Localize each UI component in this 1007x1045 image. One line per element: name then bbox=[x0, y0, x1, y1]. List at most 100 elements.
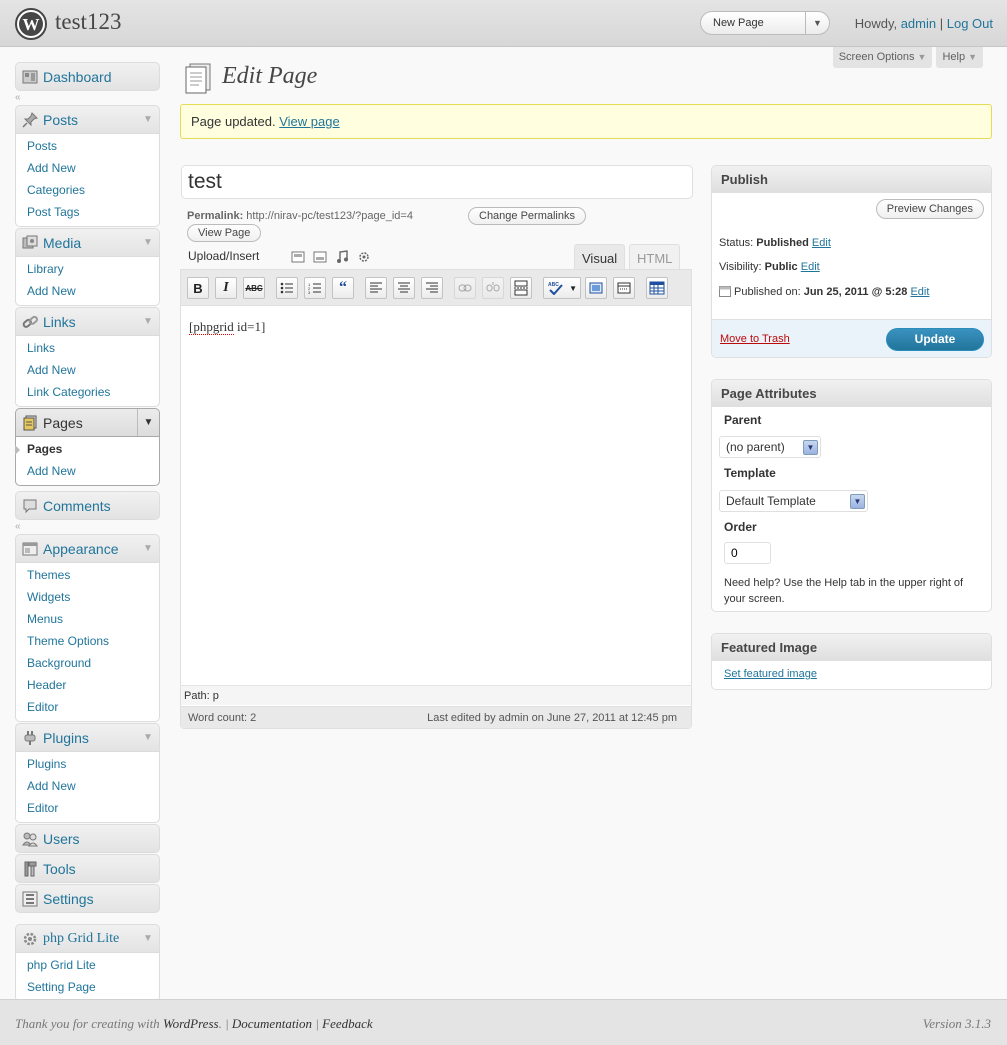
submenu-item-background[interactable]: Background bbox=[16, 654, 159, 676]
menu-separator[interactable]: « bbox=[15, 91, 160, 105]
submenu-item-categories[interactable]: Categories bbox=[16, 181, 159, 203]
menu-pages[interactable]: Pages ▼ bbox=[15, 408, 160, 437]
view-page-button[interactable]: View Page bbox=[187, 224, 262, 242]
menu-settings[interactable]: Settings bbox=[15, 884, 160, 913]
add-media-icon[interactable] bbox=[357, 250, 371, 264]
spellcheck-icon[interactable]: ABC ▼ bbox=[543, 277, 581, 299]
submenu-item-links[interactable]: Links bbox=[16, 339, 159, 361]
submenu-item-theme-editor[interactable]: Editor bbox=[16, 698, 159, 720]
submenu-item-library[interactable]: Library bbox=[16, 260, 159, 282]
italic-icon[interactable]: I bbox=[215, 277, 237, 299]
numbered-list-icon[interactable]: 123 bbox=[304, 277, 326, 299]
order-input[interactable] bbox=[724, 542, 771, 564]
menu-media[interactable]: Media ▼ bbox=[15, 228, 160, 257]
edit-visibility-link[interactable]: Edit bbox=[801, 261, 820, 273]
menu-links[interactable]: Links ▼ bbox=[15, 307, 160, 336]
chevron-down-icon[interactable]: ▼ bbox=[137, 925, 159, 952]
page-attributes-title[interactable]: Page Attributes bbox=[712, 380, 991, 407]
view-page-link[interactable]: View page bbox=[279, 114, 339, 129]
featured-image-title[interactable]: Featured Image bbox=[712, 634, 991, 661]
tab-visual[interactable]: Visual bbox=[574, 244, 626, 271]
add-video-icon[interactable] bbox=[313, 250, 327, 264]
kitchen-sink-icon[interactable] bbox=[613, 277, 635, 299]
menu-posts[interactable]: Posts ▼ bbox=[15, 105, 160, 134]
menu-separator[interactable]: « bbox=[15, 520, 160, 534]
chevron-down-icon[interactable]: ▼ bbox=[850, 494, 865, 509]
preview-changes-button[interactable]: Preview Changes bbox=[875, 199, 984, 219]
submenu-item-plugin-editor[interactable]: Editor bbox=[16, 799, 159, 821]
edit-status-link[interactable]: Edit bbox=[812, 237, 831, 249]
submenu-item-header[interactable]: Header bbox=[16, 676, 159, 698]
publish-title[interactable]: Publish bbox=[712, 166, 991, 193]
menu-users[interactable]: Users bbox=[15, 824, 160, 853]
documentation-link[interactable]: Documentation bbox=[232, 1016, 312, 1031]
wordpress-logo-icon[interactable]: W bbox=[15, 8, 47, 40]
submenu-item-add-new-post[interactable]: Add New bbox=[16, 159, 159, 181]
add-image-icon[interactable] bbox=[291, 250, 305, 264]
submenu-item-theme-options[interactable]: Theme Options bbox=[16, 632, 159, 654]
post-title-input[interactable] bbox=[181, 165, 693, 199]
chevron-down-icon[interactable]: ▼ bbox=[805, 12, 829, 34]
menu-appearance[interactable]: Appearance ▼ bbox=[15, 534, 160, 563]
tab-html[interactable]: HTML bbox=[629, 244, 681, 271]
edit-date-link[interactable]: Edit bbox=[910, 286, 929, 298]
more-tag-icon[interactable] bbox=[510, 277, 532, 299]
unlink-icon[interactable] bbox=[482, 277, 504, 299]
submenu-item-widgets[interactable]: Widgets bbox=[16, 588, 159, 610]
submenu-item-add-new-link[interactable]: Add New bbox=[16, 361, 159, 383]
wordpress-link[interactable]: WordPress bbox=[163, 1016, 219, 1031]
bullet-list-icon[interactable] bbox=[276, 277, 298, 299]
template-select[interactable]: Default Template ▼ bbox=[719, 490, 868, 512]
update-button[interactable]: Update bbox=[886, 328, 984, 351]
feedback-link[interactable]: Feedback bbox=[322, 1016, 373, 1031]
submenu-item-pages[interactable]: Pages bbox=[15, 440, 159, 462]
menu-php-grid-lite[interactable]: php Grid Lite ▼ bbox=[15, 924, 160, 953]
submenu-item-link-categories[interactable]: Link Categories bbox=[16, 383, 159, 405]
submenu-item-themes[interactable]: Themes bbox=[16, 566, 159, 588]
add-audio-icon[interactable] bbox=[335, 250, 349, 264]
grid-icon[interactable] bbox=[646, 277, 668, 299]
submenu-item-add-new-plugin[interactable]: Add New bbox=[16, 777, 159, 799]
submenu-item-menus[interactable]: Menus bbox=[16, 610, 159, 632]
align-right-icon[interactable] bbox=[421, 277, 443, 299]
chevron-down-icon[interactable]: ▼ bbox=[803, 440, 818, 455]
submenu-item-php-grid-lite[interactable]: php Grid Lite bbox=[16, 956, 159, 978]
menu-tools[interactable]: Tools bbox=[15, 854, 160, 883]
username-link[interactable]: admin bbox=[901, 16, 936, 31]
chevron-down-icon[interactable]: ▼ bbox=[137, 724, 159, 751]
screen-options-tab[interactable]: Screen Options ▼ bbox=[832, 47, 933, 68]
menu-plugins[interactable]: Plugins ▼ bbox=[15, 723, 160, 752]
chevron-down-icon[interactable]: ▼ bbox=[569, 284, 577, 293]
editor-body[interactable]: [phpgrid id=1] bbox=[181, 307, 691, 685]
logout-link[interactable]: Log Out bbox=[947, 16, 993, 31]
collapse-arrows-icon[interactable]: « bbox=[15, 521, 21, 532]
change-permalinks-button[interactable]: Change Permalinks bbox=[468, 207, 586, 225]
align-left-icon[interactable] bbox=[365, 277, 387, 299]
chevron-down-icon[interactable]: ▼ bbox=[137, 535, 159, 562]
chevron-down-icon[interactable]: ▼ bbox=[137, 409, 159, 436]
chevron-down-icon[interactable]: ▼ bbox=[137, 106, 159, 133]
submenu-item-add-new-media[interactable]: Add New bbox=[16, 282, 159, 304]
chevron-down-icon[interactable]: ▼ bbox=[137, 229, 159, 256]
submenu-item-add-new-page[interactable]: Add New bbox=[16, 462, 159, 484]
favorite-actions-dropdown[interactable]: New Page ▼ bbox=[700, 11, 830, 35]
blockquote-icon[interactable]: “ bbox=[332, 277, 354, 299]
move-to-trash-link[interactable]: Move to Trash bbox=[720, 333, 790, 345]
submenu-item-plugins[interactable]: Plugins bbox=[16, 755, 159, 777]
menu-comments[interactable]: Comments bbox=[15, 491, 160, 520]
parent-select[interactable]: (no parent) ▼ bbox=[719, 436, 821, 458]
favorite-action-label[interactable]: New Page bbox=[713, 17, 764, 29]
collapse-arrows-icon[interactable]: « bbox=[15, 92, 21, 103]
chevron-down-icon[interactable]: ▼ bbox=[137, 308, 159, 335]
strikethrough-icon[interactable]: ABC bbox=[243, 277, 265, 299]
submenu-item-setting-page[interactable]: Setting Page bbox=[16, 978, 159, 1000]
align-center-icon[interactable] bbox=[393, 277, 415, 299]
submenu-item-posts[interactable]: Posts bbox=[16, 137, 159, 159]
fullscreen-icon[interactable] bbox=[585, 277, 607, 299]
bold-icon[interactable]: B bbox=[187, 277, 209, 299]
set-featured-image-link[interactable]: Set featured image bbox=[724, 668, 817, 680]
menu-dashboard[interactable]: Dashboard bbox=[15, 62, 160, 91]
link-icon[interactable] bbox=[454, 277, 476, 299]
submenu-item-post-tags[interactable]: Post Tags bbox=[16, 203, 159, 225]
help-tab[interactable]: Help ▼ bbox=[936, 47, 983, 68]
